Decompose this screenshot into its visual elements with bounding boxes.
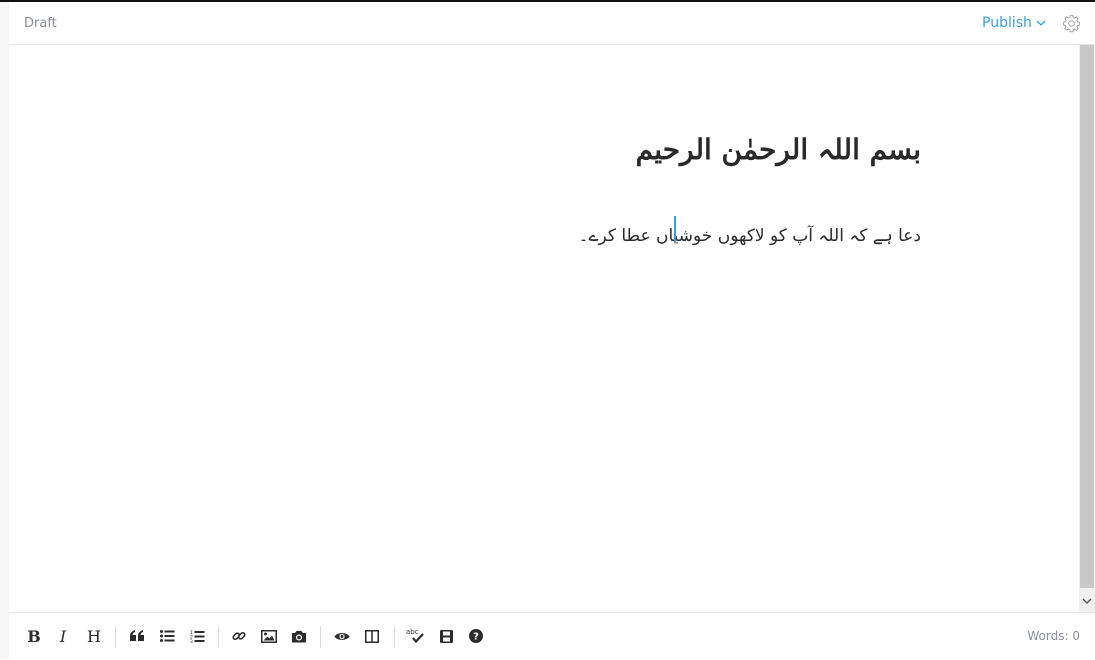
word-count-value: 0 xyxy=(1072,629,1080,643)
vertical-scrollbar[interactable] xyxy=(1079,45,1095,612)
left-gutter xyxy=(0,2,17,659)
italic-button[interactable]: I xyxy=(52,625,74,647)
editor-header: Draft Publish xyxy=(9,2,1095,45)
image-icon xyxy=(261,629,277,643)
quote-icon xyxy=(130,630,144,641)
help-icon: ? xyxy=(469,629,483,643)
side-by-side-icon xyxy=(365,629,379,643)
svg-text:abc: abc xyxy=(406,628,419,636)
toolbar-separator xyxy=(320,626,321,648)
italic-icon: I xyxy=(59,626,67,646)
ordered-list-button[interactable]: 1 2 3 xyxy=(186,625,208,647)
preview-icon xyxy=(334,632,350,640)
spellcheck-icon: abc xyxy=(406,628,424,644)
unordered-list-icon xyxy=(159,630,174,642)
editor-area[interactable]: بسم اللہ الرحمٰن الرحیم دعا ہے کہ اللہ آ… xyxy=(9,45,1079,612)
spellcheck-button[interactable]: abc xyxy=(405,625,427,647)
save-button[interactable] xyxy=(435,625,457,647)
publish-label: Publish xyxy=(982,15,1032,31)
side-by-side-button[interactable] xyxy=(361,625,383,647)
image-button[interactable] xyxy=(258,625,280,647)
link-button[interactable] xyxy=(228,625,250,647)
draft-status: Draft xyxy=(24,16,57,31)
unordered-list-button[interactable] xyxy=(156,625,178,647)
preview-button[interactable] xyxy=(331,625,353,647)
svg-text:3: 3 xyxy=(190,639,193,643)
heading-button[interactable]: H xyxy=(83,625,105,647)
editor-heading[interactable]: بسم اللہ الرحمٰن الرحیم xyxy=(636,133,921,166)
scroll-down-arrow-icon[interactable] xyxy=(1082,596,1092,606)
bold-button[interactable]: B xyxy=(23,625,45,647)
heading-icon: H xyxy=(87,626,101,646)
word-count-label: Words: xyxy=(1027,629,1069,643)
toolbar-separator xyxy=(115,626,116,648)
quote-button[interactable] xyxy=(126,625,148,647)
camera-icon xyxy=(292,630,306,642)
publish-button[interactable]: Publish xyxy=(982,15,1046,31)
help-button[interactable]: ? xyxy=(465,625,487,647)
link-icon xyxy=(232,631,246,641)
save-icon xyxy=(439,629,453,643)
camera-button[interactable] xyxy=(288,625,310,647)
word-count: Words: 0 xyxy=(1027,629,1080,643)
scrollbar-thumb[interactable] xyxy=(1080,45,1094,588)
ordered-list-icon: 1 2 3 xyxy=(190,630,204,643)
editor-toolbar: B I H 1 2 3 abc ? Words: 0 xyxy=(9,612,1095,660)
svg-text:?: ? xyxy=(473,632,479,643)
toolbar-separator xyxy=(218,626,219,648)
gear-icon[interactable] xyxy=(1062,14,1081,33)
bold-icon: B xyxy=(27,626,41,646)
editor-paragraph[interactable]: دعا ہے کہ اللہ آپ کو لاکھوں خوشیاں عطا ک… xyxy=(579,225,921,246)
text-caret xyxy=(674,216,676,242)
chevron-down-icon xyxy=(1036,20,1046,26)
toolbar-separator xyxy=(394,626,395,648)
